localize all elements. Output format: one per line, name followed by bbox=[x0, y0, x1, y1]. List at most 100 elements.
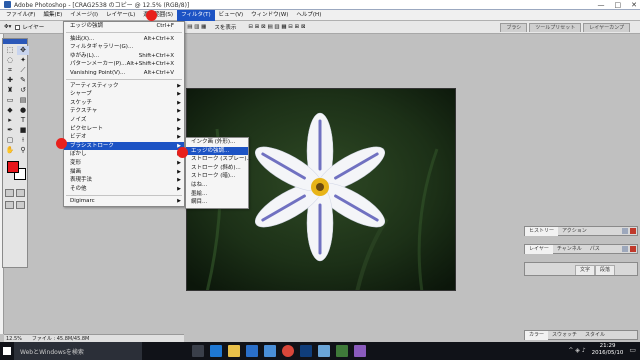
filter-menu-item-brush-strokes[interactable]: ブラシストローク ▶ bbox=[64, 141, 184, 151]
app-icon[interactable] bbox=[354, 345, 366, 357]
hand-tool-icon[interactable]: ✋ bbox=[4, 146, 16, 155]
screen-mode-full-button[interactable] bbox=[16, 201, 25, 209]
maximize-button[interactable]: □ bbox=[615, 1, 622, 9]
slice-tool-icon[interactable]: ⟋ bbox=[17, 66, 29, 75]
chrome-icon[interactable] bbox=[282, 345, 294, 357]
submenu-item-ink-outlines[interactable]: インク画 (外形)... bbox=[186, 138, 248, 147]
filter-menu-item-extract[interactable]: 抽出(X)... Alt+Ctrl+X bbox=[64, 35, 184, 44]
palette-tab-layer-comps[interactable]: レイヤーカンプ bbox=[583, 23, 630, 32]
crop-tool-icon[interactable]: ⌗ bbox=[4, 66, 16, 75]
zoom-tool-icon[interactable]: ⚲ bbox=[17, 146, 29, 155]
filter-menu-item-render[interactable]: 描画 ▶ bbox=[64, 168, 184, 177]
marquee-tool-icon[interactable]: ⬚ bbox=[4, 46, 16, 55]
lasso-tool-icon[interactable]: ◌ bbox=[4, 56, 16, 65]
submenu-item-sumi-e[interactable]: 墨絵... bbox=[186, 190, 248, 199]
history-brush-icon[interactable]: ↺ bbox=[17, 86, 29, 95]
filter-menu-item-video[interactable]: ビデオ ▶ bbox=[64, 133, 184, 142]
tab-history[interactable]: ヒストリー bbox=[525, 226, 559, 236]
tab-paragraph[interactable]: 段落 bbox=[595, 265, 616, 275]
edge-browser-icon[interactable] bbox=[210, 345, 222, 357]
close-button[interactable]: ✕ bbox=[631, 1, 637, 9]
panel-minimize-icon[interactable] bbox=[622, 228, 628, 234]
auto-select-layer-option[interactable]: レイヤー bbox=[15, 23, 44, 31]
blur-tool-icon[interactable]: ◆ bbox=[4, 106, 16, 115]
tab-channels[interactable]: チャンネル bbox=[553, 245, 586, 254]
pen-tool-icon[interactable]: ✒ bbox=[4, 126, 16, 135]
zoom-level[interactable]: 12.5% bbox=[6, 336, 22, 342]
filter-menu-item-texture[interactable]: テクスチャ ▶ bbox=[64, 107, 184, 116]
healing-brush-icon[interactable]: ✚ bbox=[4, 76, 16, 85]
store-icon[interactable] bbox=[246, 345, 258, 357]
submenu-item-dark-strokes[interactable]: ストローク (暗)... bbox=[186, 172, 248, 181]
magic-wand-tool-icon[interactable]: ✦ bbox=[17, 56, 29, 65]
taskbar-clock[interactable]: 21:29 2016/05/10 bbox=[592, 343, 624, 357]
quick-mask-mode-button[interactable] bbox=[16, 189, 25, 197]
menu-help[interactable]: ヘルプ(H) bbox=[292, 10, 325, 21]
distribute-buttons[interactable]: ⊟ ⊞ ⊠ ▤ ▥ ▦ ⊟ ⊞ ⊠ bbox=[248, 24, 305, 30]
palette-tab-brush[interactable]: ブラシ bbox=[500, 23, 528, 32]
tab-styles[interactable]: スタイル bbox=[581, 331, 609, 340]
tab-character[interactable]: 文字 bbox=[575, 265, 596, 275]
taskbar-search-box[interactable]: WebとWindowsを検索 bbox=[14, 342, 142, 360]
panel-close-icon[interactable] bbox=[630, 228, 636, 234]
clone-stamp-icon[interactable]: ♜ bbox=[4, 86, 16, 95]
tab-layers[interactable]: レイヤー bbox=[525, 244, 553, 254]
filter-menu-item-digimarc[interactable]: Digimarc ▶ bbox=[64, 197, 184, 206]
filter-menu-item-blur[interactable]: ぼかし▶ bbox=[64, 150, 184, 159]
submenu-item-angled-strokes[interactable]: ストローク (斜め)... bbox=[186, 164, 248, 173]
filter-menu-item-pixelate[interactable]: ピクセレート ▶ bbox=[64, 125, 184, 134]
screen-mode-standard-button[interactable] bbox=[5, 201, 14, 209]
menu-image[interactable]: イメージ(I) bbox=[66, 10, 102, 21]
tray-icons[interactable]: ^ ◈ ♪ bbox=[568, 347, 585, 354]
start-button[interactable] bbox=[0, 342, 14, 360]
menu-view[interactable]: ビュー(V) bbox=[215, 10, 248, 21]
palette-tab-tool-presets[interactable]: ツールプリセット bbox=[529, 23, 582, 32]
tab-paths[interactable]: パス bbox=[586, 245, 604, 254]
eraser-tool-icon[interactable]: ▭ bbox=[4, 96, 16, 105]
submenu-item-crosshatch[interactable]: 網目... bbox=[186, 198, 248, 207]
menu-layer[interactable]: レイヤー(L) bbox=[102, 10, 139, 21]
path-select-icon[interactable]: ▸ bbox=[4, 116, 16, 125]
paint-icon[interactable] bbox=[318, 345, 330, 357]
menu-select[interactable]: 選択範囲(S) bbox=[139, 10, 177, 21]
brush-tool-icon[interactable]: ✎ bbox=[17, 76, 29, 85]
dodge-tool-icon[interactable]: ● bbox=[17, 106, 29, 115]
tab-actions[interactable]: アクション bbox=[558, 227, 591, 236]
gradient-tool-icon[interactable]: ▤ bbox=[17, 96, 29, 105]
notification-icon[interactable]: ▭ bbox=[629, 346, 636, 354]
mail-icon[interactable] bbox=[264, 345, 276, 357]
standard-mode-button[interactable] bbox=[5, 189, 14, 197]
type-tool-icon[interactable]: T bbox=[17, 116, 29, 125]
foreground-color-swatch[interactable] bbox=[7, 161, 19, 173]
filter-menu-item-artistic[interactable]: アーティスティック ▶ bbox=[64, 82, 184, 91]
filter-menu-item-liquify[interactable]: ゆがみ(L)... Shift+Ctrl+X bbox=[64, 52, 184, 61]
submenu-item-accented-edges[interactable]: エッジの強調... bbox=[186, 146, 248, 156]
filter-menu-item-sharpen[interactable]: シャープ ▶ bbox=[64, 90, 184, 99]
panel-minimize-icon[interactable] bbox=[622, 246, 628, 252]
filter-menu-item-pattern-maker[interactable]: パターンメーカー(P)... Alt+Shift+Ctrl+X bbox=[64, 60, 184, 69]
filter-menu-item-stylize[interactable]: 表現手法 ▶ bbox=[64, 176, 184, 185]
task-view-icon[interactable] bbox=[192, 345, 204, 357]
filter-menu-item-noise[interactable]: ノイズ ▶ bbox=[64, 116, 184, 125]
submenu-item-sprayed-strokes[interactable]: ストローク (スプレー)... bbox=[186, 155, 252, 164]
filter-menu-item-filter-gallery[interactable]: フィルタギャラリー(G)... bbox=[64, 43, 184, 52]
filter-menu-item-last-filter[interactable]: エッジの強調 Ctrl+F bbox=[64, 22, 184, 31]
menu-filter[interactable]: フィルタ(T) bbox=[177, 9, 215, 21]
menu-window[interactable]: ウィンドウ(W) bbox=[247, 10, 292, 21]
filter-menu-item-distort[interactable]: 変形 ▶ bbox=[64, 159, 184, 168]
panel-close-icon[interactable] bbox=[630, 246, 636, 252]
move-tool-icon[interactable]: ✥ bbox=[17, 46, 29, 55]
media-player-icon[interactable] bbox=[336, 345, 348, 357]
submenu-item-spatter[interactable]: はね... bbox=[186, 181, 248, 190]
shape-tool-icon[interactable]: ■ bbox=[17, 126, 29, 135]
filter-menu-item-sketch[interactable]: スケッチ ▶ bbox=[64, 99, 184, 108]
filter-menu-item-other[interactable]: その他 ▶ bbox=[64, 185, 184, 194]
eyedropper-tool-icon[interactable]: ⟊ bbox=[17, 136, 29, 145]
menu-file[interactable]: ファイル(F) bbox=[2, 10, 39, 21]
minimize-button[interactable]: — bbox=[598, 1, 605, 9]
filter-menu-item-vanishing-point[interactable]: Vanishing Point(V)... Alt+Ctrl+V bbox=[64, 69, 184, 78]
file-explorer-icon[interactable] bbox=[228, 345, 240, 357]
menu-edit[interactable]: 編集(E) bbox=[39, 10, 66, 21]
move-tool-option-icon[interactable]: ✥▾ bbox=[4, 24, 11, 30]
tab-swatches[interactable]: スウォッチ bbox=[548, 331, 581, 340]
